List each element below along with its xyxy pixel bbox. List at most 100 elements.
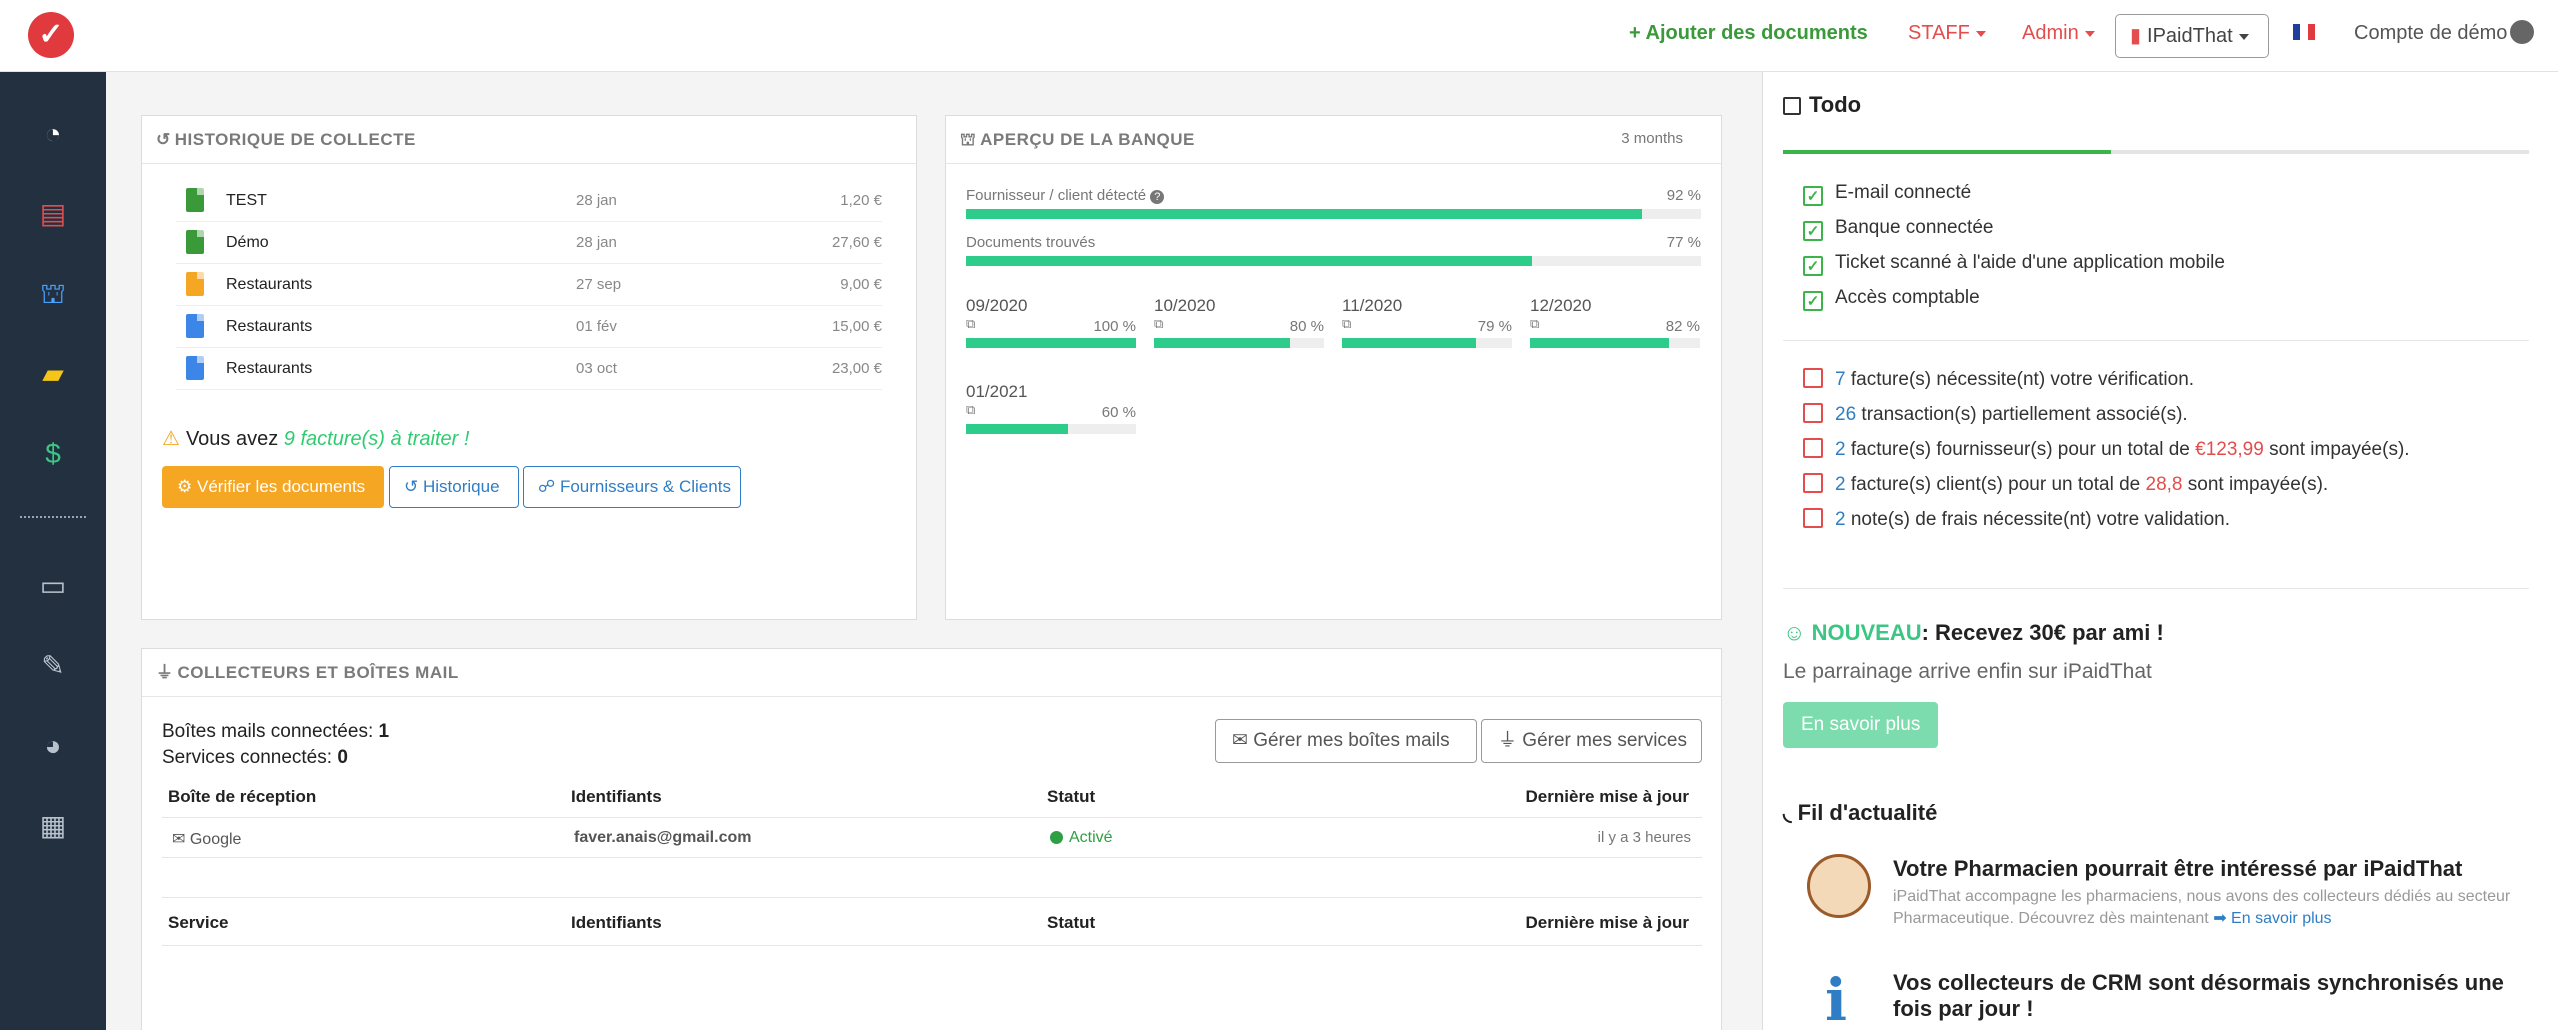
unchecked-icon[interactable] [1803,473,1823,493]
pending-count[interactable]: 2 [1835,509,1846,530]
history-name: Restaurants [226,360,313,377]
pending-amount: €123,99 [2195,439,2264,460]
unchecked-icon[interactable] [1803,508,1823,528]
history-row[interactable]: Restaurants 27 sep 9,00 € [176,264,882,306]
todo-done-item[interactable]: ✓ Accès comptable [1803,287,1980,311]
envelope-icon: ✉ [1232,730,1248,751]
history-row[interactable]: Restaurants 03 oct 23,00 € [176,348,882,390]
news-item-title[interactable]: Votre Pharmacien pourrait être intéressé… [1893,856,2523,882]
mailboxes-count: 1 [378,721,390,742]
month-label: 10/2020 [1154,296,1216,315]
section-divider [1783,588,2529,589]
news-item-title[interactable]: Vos collecteurs de CRM sont désormais sy… [1893,970,2523,1022]
question-icon[interactable]: ? [1150,190,1165,204]
staff-menu[interactable]: STAFF [1908,22,1986,45]
calculator-icon[interactable]: ▦ [0,806,106,846]
month-bar [966,338,1136,348]
user-icon[interactable] [2510,20,2534,44]
todo-pending-item[interactable]: 2 note(s) de frais nécessite(nt) votre v… [1803,508,2230,531]
history-name: Démo [226,234,269,251]
todo-pending-item[interactable]: 26 transaction(s) partiellement associé(… [1803,403,2188,426]
history-row[interactable]: Démo 28 jan 27,60 € [176,222,882,264]
pending-count[interactable]: 2 [1835,439,1846,460]
services-connected: Services connectés: 0 [162,747,348,769]
checked-icon[interactable]: ✓ [1803,186,1823,206]
plug-icon: ⏚ [1498,730,1518,751]
manage-mailboxes-button[interactable]: ✉ Gérer mes boîtes mails [1215,719,1477,763]
month-percent: 79 % [1477,318,1512,335]
gears-icon: ⚙ [177,477,193,496]
todo-pending-item[interactable]: 2 facture(s) fournisseur(s) pour un tota… [1803,438,2410,461]
caret-down-icon [2238,33,2249,40]
unchecked-icon[interactable] [1803,368,1823,388]
todo-done-text: Ticket scanné à l'aide d'une application… [1835,252,2225,273]
history-amount: 1,20 € [840,192,882,209]
todo-done-text: Banque connectée [1835,217,1994,238]
add-documents-label: Ajouter des documents [1645,22,1868,44]
news-learn-more-link[interactable]: En savoir plus [2231,910,2332,927]
month-percent: 80 % [1289,318,1324,335]
checked-icon[interactable]: ✓ [1803,291,1823,311]
status-badge: Activé [1050,829,1113,847]
status-text: Activé [1069,829,1113,846]
verify-documents-button[interactable]: ⚙ Vérifier les documents [162,466,384,508]
app-logo[interactable]: ✓ [28,12,74,58]
file-icon [186,188,204,212]
inbox-provider: ✉ Google [172,829,241,849]
documents-found-percent: 77 % [1666,234,1701,251]
pending-count[interactable]: 2 [1835,474,1846,495]
dashboard-icon[interactable]: ◔ [0,114,106,154]
month-label: 09/2020 [966,296,1028,315]
service-column-header: Service [168,913,229,932]
unchecked-icon[interactable] [1803,438,1823,458]
pending-amount: 28,8 [2145,474,2183,495]
suppliers-clients-button[interactable]: ☍ Fournisseurs & Clients [523,466,741,508]
account-menu[interactable]: Compte de démo [2354,22,2507,45]
todo-pending-item[interactable]: 2 facture(s) client(s) pour un total de … [1803,473,2328,496]
invoice-icon[interactable]: $ [0,434,106,474]
todo-done-item[interactable]: ✓ Banque connectée [1803,217,1993,241]
manage-services-button[interactable]: ⏚ Gérer mes services [1481,719,1702,763]
pending-count[interactable]: 26 [1835,404,1856,425]
history-date: 01 fév [576,318,617,335]
referral-subtitle: Le parrainage arrive enfin sur iPaidThat [1783,660,2152,683]
taxi-icon[interactable]: ▰ [0,354,106,394]
supplier-detected-label: Fournisseur / client détecté ? [966,187,1165,204]
add-documents-link[interactable]: + Ajouter des documents [1629,22,1868,45]
month-percent: 82 % [1665,318,1700,335]
pharmacist-avatar [1807,854,1871,918]
company-label: IPaidThat [2147,25,2233,47]
month-bar [966,424,1136,434]
history-card: ↺ HISTORIQUE DE COLLECTE TEST 28 jan 1,20 €… [141,115,917,620]
learn-more-button[interactable]: En savoir plus [1783,702,1939,748]
bank-period[interactable]: 3 months [1621,130,1683,147]
verify-documents-label: Vérifier les documents [196,477,366,496]
checked-icon[interactable]: ✓ [1803,221,1823,241]
history-row[interactable]: TEST 28 jan 1,20 € [176,180,882,222]
todo-done-item[interactable]: ✓ Ticket scanné à l'aide d'une applicatio… [1803,252,2225,276]
wrench-icon[interactable]: ✎ [0,646,106,686]
history-amount: 15,00 € [831,318,882,335]
pending-count[interactable]: 7 [1835,369,1846,390]
documents-found-bar [966,256,1701,266]
company-selector[interactable]: ▮ IPaidThat [2115,14,2269,58]
todo-pending-item[interactable]: 7 facture(s) nécessite(nt) votre vérific… [1803,368,2194,391]
unchecked-icon[interactable] [1803,403,1823,423]
french-flag-icon[interactable] [2293,24,2315,40]
invoices-to-process-link[interactable]: 9 facture(s) à traiter ! [284,428,470,450]
month-percent: 60 % [1101,404,1136,421]
news-feed-title-text: Fil d'actualité [1797,800,1938,825]
history-button[interactable]: ↺ Historique [389,466,519,508]
todo-done-item[interactable]: ✓ E-mail connecté [1803,182,1971,206]
history-row[interactable]: Restaurants 01 fév 15,00 € [176,306,882,348]
bank-icon: ⛫ [960,130,977,149]
warning-icon: ⚠ [162,428,180,450]
folder-icon[interactable]: ▭ [0,566,106,606]
admin-menu[interactable]: Admin [2022,22,2095,45]
sidebar: ◔ ▤ ⛫ ▰ $ ▭ ✎ ◕ ▦ [0,72,106,1030]
documents-icon[interactable]: ▤ [0,194,106,234]
bank-icon[interactable]: ⛫ [0,274,106,314]
pie-chart-icon[interactable]: ◕ [0,726,106,766]
news-item-text: iPaidThat accompagne les pharmaciens, no… [1893,888,2511,927]
checked-icon[interactable]: ✓ [1803,256,1823,276]
